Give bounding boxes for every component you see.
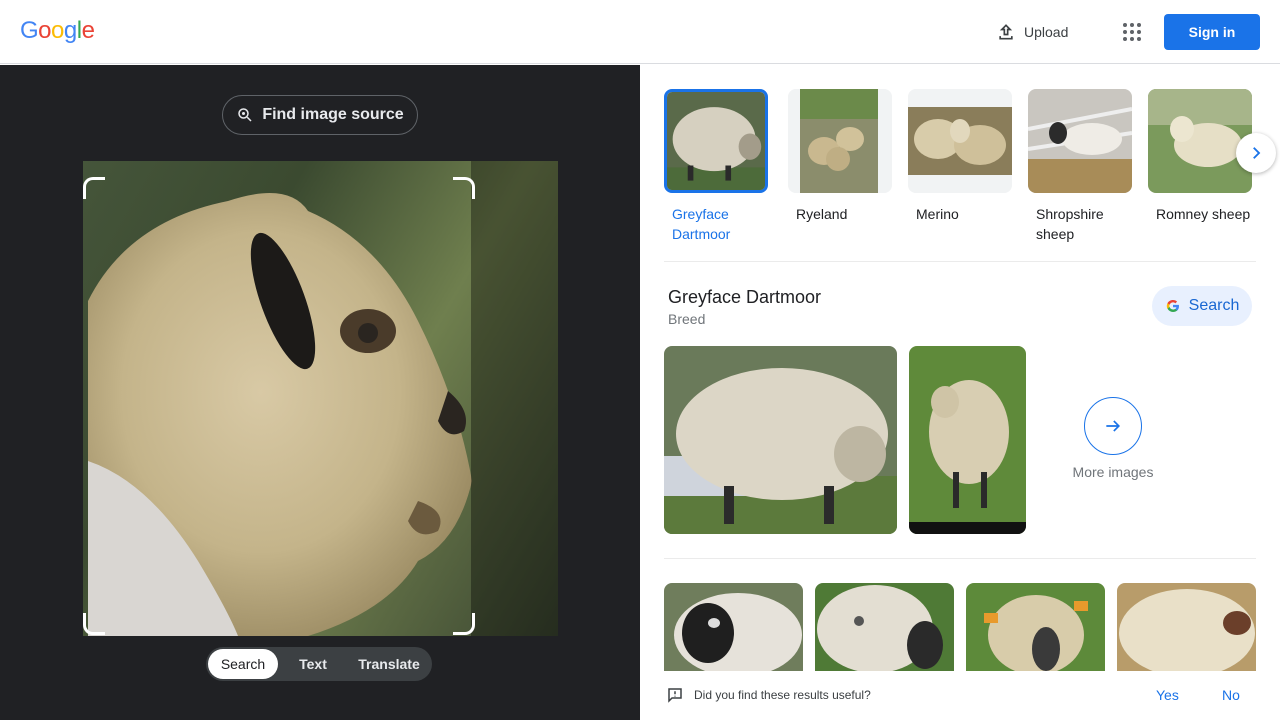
tab-search[interactable]: Search [208, 649, 278, 679]
top-bar: Google Upload Sign in [0, 0, 1280, 64]
lens-search-icon [238, 108, 252, 122]
arrow-right-icon [1106, 420, 1121, 432]
entity-image[interactable] [664, 346, 897, 534]
more-images-label: More images [1072, 464, 1154, 480]
entity-label: Ryeland [796, 206, 848, 222]
apps-grid-icon[interactable] [1116, 16, 1148, 48]
tab-text[interactable]: Text [278, 649, 348, 679]
visual-match-image[interactable] [1117, 583, 1256, 671]
entity-thumbnail [788, 89, 892, 193]
entity-label: Shropshire sheep [1036, 206, 1104, 242]
uploaded-image[interactable] [83, 161, 558, 636]
chevron-right-icon [1253, 147, 1261, 159]
logo-letter: o [38, 17, 52, 44]
crop-handle-top-right[interactable] [453, 177, 475, 199]
entity-search-button[interactable]: Search [1152, 286, 1252, 326]
divider [664, 558, 1256, 559]
entity-thumbnail [908, 89, 1012, 193]
upload-label: Upload [1024, 24, 1069, 40]
entity-thumbnail [1028, 89, 1132, 193]
entity-search-label: Search [1188, 297, 1240, 314]
entity-label: Greyface Dartmoor [672, 206, 731, 242]
entity-label: Merino [916, 206, 959, 222]
entity-label: Romney sheep [1156, 206, 1251, 222]
find-image-source-label: Find image source [262, 106, 404, 123]
more-images-button[interactable] [1084, 397, 1142, 455]
visual-match-image[interactable] [815, 583, 954, 671]
related-entities-carousel: Greyface Dartmoor Ryeland Merino Shropsh… [664, 89, 1264, 249]
entity-title: Greyface Dartmoor [668, 287, 822, 307]
crop-handle-bottom-right[interactable] [453, 613, 475, 635]
upload-icon [999, 24, 1013, 40]
entity-subtitle: Breed [668, 311, 706, 327]
tab-translate[interactable]: Translate [348, 649, 430, 679]
related-entity-ryeland[interactable]: Ryeland [788, 89, 892, 224]
related-entity-merino[interactable]: Merino [908, 89, 1012, 224]
feedback-icon [668, 688, 682, 703]
results-panel: Greyface Dartmoor Ryeland Merino Shropsh… [640, 65, 1280, 720]
google-g-icon [1166, 300, 1179, 312]
visual-matches-grid [664, 583, 1256, 671]
logo-letter: g [63, 17, 77, 44]
mode-selector: Search Text Translate [206, 647, 432, 681]
crop-handle-bottom-left[interactable] [83, 613, 105, 635]
divider [664, 261, 1256, 262]
entity-thumbnail [664, 89, 768, 193]
related-entity-greyface-dartmoor[interactable]: Greyface Dartmoor [664, 89, 768, 244]
google-logo[interactable]: Google [20, 17, 95, 45]
related-entity-shropshire-sheep[interactable]: Shropshire sheep [1028, 89, 1132, 244]
logo-letter: G [20, 17, 39, 44]
visual-match-image[interactable] [664, 583, 803, 671]
entity-thumbnail [1148, 89, 1252, 193]
logo-letter: o [51, 17, 64, 44]
image-crop-panel: Find image source Search Text Translate [0, 65, 640, 720]
upload-button[interactable]: Upload [984, 14, 1080, 50]
feedback-yes-button[interactable]: Yes [1156, 687, 1179, 703]
feedback-no-button[interactable]: No [1222, 687, 1240, 703]
feedback-question: Did you find these results useful? [694, 688, 871, 702]
logo-letter: e [81, 17, 95, 44]
visual-match-image[interactable] [966, 583, 1105, 671]
carousel-next-button[interactable] [1236, 133, 1276, 173]
feedback-bar: Did you find these results useful? Yes N… [640, 671, 1280, 720]
crop-handle-top-left[interactable] [83, 177, 105, 199]
sheep-head-image [88, 193, 472, 636]
entity-image[interactable] [909, 346, 1026, 534]
find-image-source-button[interactable]: Find image source [222, 95, 418, 135]
sign-in-button[interactable]: Sign in [1164, 14, 1260, 50]
